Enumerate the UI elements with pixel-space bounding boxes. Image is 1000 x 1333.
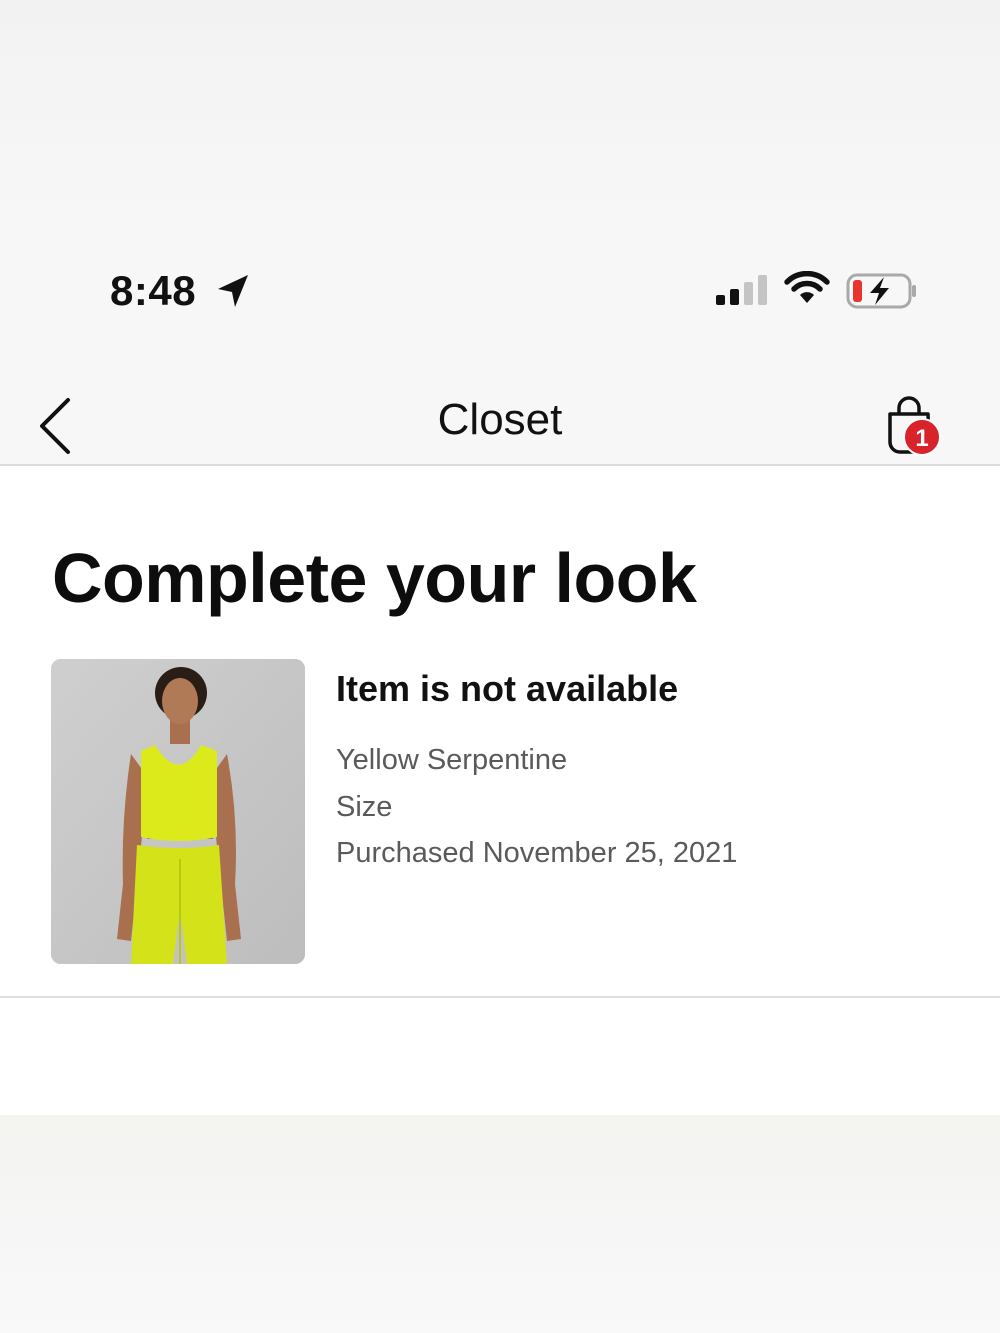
product-image (51, 659, 305, 964)
product-color: Yellow Serpentine (336, 744, 568, 776)
top-background (0, 0, 1000, 215)
bottom-background (0, 1115, 1000, 1333)
main-content: Complete your look Item is not available… (0, 466, 1000, 1115)
product-size: Size (336, 791, 393, 823)
page-title: Closet (437, 395, 563, 444)
product-card[interactable]: Item is not available Yellow Serpentine … (0, 656, 1000, 998)
status-time: 8:48 (110, 267, 197, 314)
wifi-icon (784, 271, 830, 303)
cellular-signal-icon (716, 275, 767, 305)
purchase-date: Purchased November 25, 2021 (336, 837, 738, 869)
location-arrow-icon (218, 275, 248, 307)
status-bar: 8:48 (0, 215, 1000, 360)
phone-screen: 8:48 Closet 1 Complete your look Item is… (0, 215, 1000, 1115)
battery-charging-icon (846, 273, 916, 309)
cart-count-badge: 1 (903, 418, 941, 456)
navigation-bar: Closet 1 (0, 360, 1000, 466)
availability-status: Item is not available (336, 668, 679, 709)
section-title: Complete your look (52, 539, 697, 617)
